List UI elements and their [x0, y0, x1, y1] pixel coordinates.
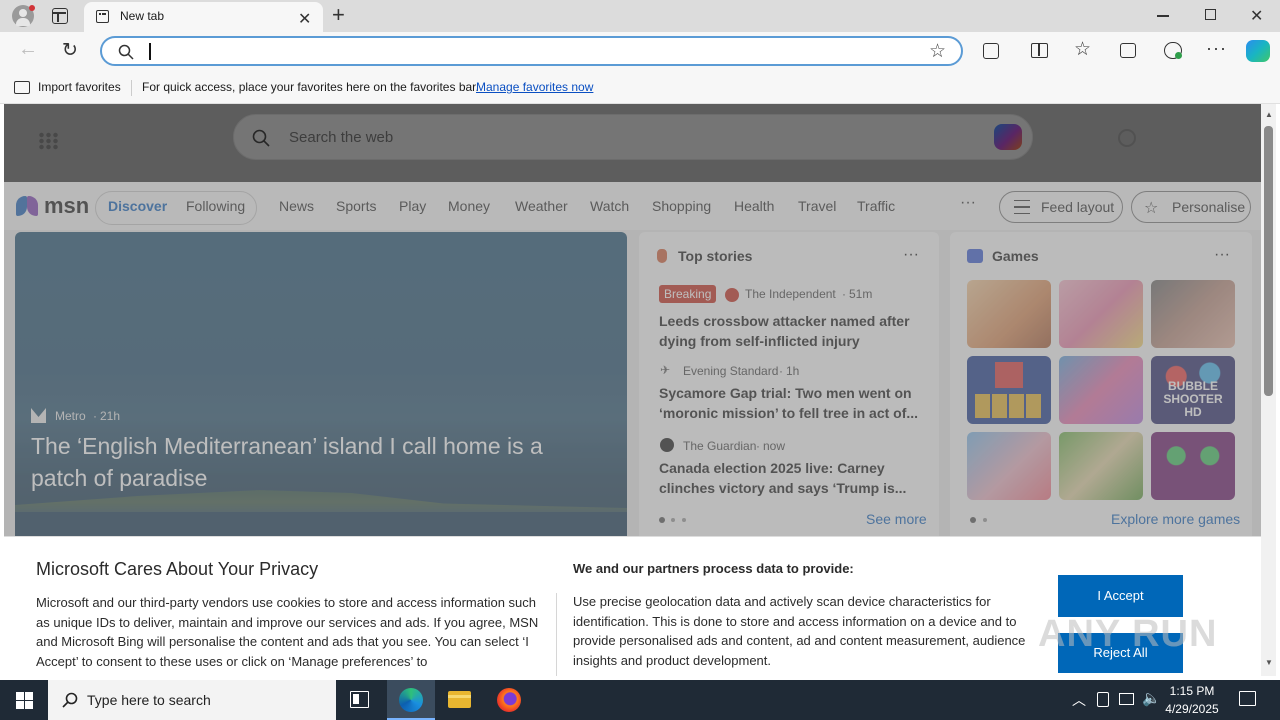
tray-chevron-up-icon[interactable]: ︿ — [1072, 690, 1086, 710]
favorites-icon[interactable]: ☆ — [1074, 38, 1091, 61]
taskbar-time[interactable]: 1:15 PM — [1160, 684, 1224, 698]
network-icon[interactable] — [1119, 693, 1134, 705]
search-icon — [118, 44, 134, 60]
scrollbar-thumb[interactable] — [1264, 126, 1273, 396]
privacy-consent-banner: Microsoft Cares About Your Privacy Micro… — [4, 536, 1261, 676]
favbar-divider — [131, 80, 132, 96]
tab-new-tab[interactable]: New tab ✕ — [84, 2, 323, 32]
partners-body: Use precise geolocation data and activel… — [573, 594, 1026, 668]
search-icon — [62, 692, 78, 708]
browser-essentials-icon[interactable] — [1164, 42, 1182, 59]
notifications-icon[interactable] — [1239, 691, 1256, 706]
taskbar-date[interactable]: 4/29/2025 — [1160, 702, 1224, 716]
extensions-icon[interactable] — [983, 43, 999, 59]
consent-lighten-layer — [4, 182, 1261, 536]
firefox-icon[interactable] — [497, 688, 521, 712]
taskbar-search-box[interactable]: Type here to search — [48, 680, 336, 720]
taskbar-edge-button[interactable] — [387, 680, 435, 720]
page-scrollbar[interactable]: ▲ ▼ — [1261, 104, 1276, 676]
partners-title: We and our partners process data to prov… — [573, 561, 854, 576]
favorites-bar: Import favorites For quick access, place… — [0, 72, 1280, 104]
split-screen-icon[interactable] — [1031, 43, 1048, 58]
tab-title: New tab — [120, 9, 165, 23]
collections-icon[interactable] — [1120, 43, 1136, 58]
back-arrow-icon[interactable]: ← — [18, 38, 38, 61]
favorite-star-icon[interactable]: ☆ — [929, 40, 946, 63]
copilot-icon[interactable] — [1246, 40, 1270, 62]
text-caret — [149, 43, 151, 60]
task-view-icon[interactable] — [350, 691, 369, 708]
settings-more-icon[interactable]: ··· — [1206, 38, 1227, 59]
taskbar-search-placeholder: Type here to search — [87, 692, 211, 708]
close-tab-icon[interactable]: ✕ — [298, 9, 311, 29]
new-tab-page: Search the web msn Discover Following Ne… — [4, 104, 1261, 676]
close-window-icon[interactable]: ✕ — [1250, 6, 1263, 26]
windows-start-icon[interactable] — [16, 692, 33, 709]
file-explorer-icon[interactable] — [448, 691, 471, 708]
device-icon[interactable] — [1097, 692, 1109, 707]
privacy-divider — [556, 593, 557, 676]
tab-actions-icon[interactable] — [52, 8, 68, 24]
manage-favorites-link[interactable]: Manage favorites now — [476, 80, 593, 94]
privacy-body: Microsoft and our third-party vendors us… — [36, 595, 539, 669]
address-bar[interactable]: ☆ — [100, 36, 963, 66]
restore-icon[interactable] — [1205, 9, 1216, 20]
minimize-icon[interactable] — [1157, 15, 1169, 17]
import-favorites-button[interactable]: Import favorites — [38, 80, 121, 94]
edge-browser-icon — [399, 688, 423, 712]
title-bar: New tab ✕ + ✕ — [0, 0, 1280, 32]
profile-avatar-icon[interactable] — [12, 5, 35, 27]
new-tab-plus-icon[interactable]: + — [332, 2, 345, 28]
import-favorites-icon — [14, 81, 30, 94]
refresh-icon[interactable]: ↻ — [62, 39, 78, 62]
accept-button[interactable]: I Accept — [1058, 575, 1183, 617]
newtab-page-icon — [96, 10, 109, 23]
scroll-down-arrow-icon[interactable]: ▼ — [1265, 658, 1273, 667]
volume-icon[interactable]: 🔈 — [1142, 689, 1161, 707]
favbar-hint-text: For quick access, place your favorites h… — [142, 80, 479, 94]
anyrun-watermark: ANY RUN — [1038, 613, 1218, 655]
scroll-up-arrow-icon[interactable]: ▲ — [1265, 110, 1273, 119]
privacy-title: Microsoft Cares About Your Privacy — [36, 559, 319, 579]
